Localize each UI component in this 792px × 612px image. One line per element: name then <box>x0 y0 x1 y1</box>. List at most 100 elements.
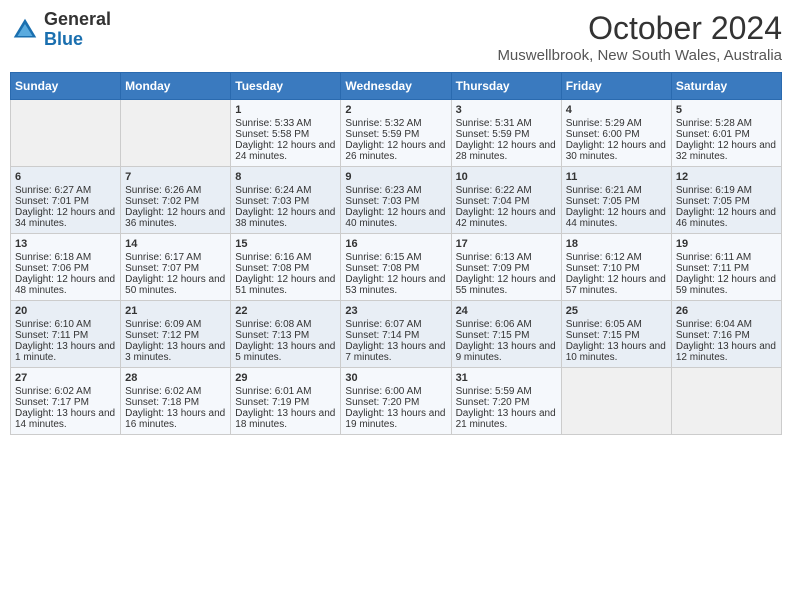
sunrise-text: Sunrise: 6:12 AM <box>566 252 667 263</box>
day-number: 11 <box>566 171 667 183</box>
day-number: 9 <box>345 171 446 183</box>
weekday-header-row: SundayMondayTuesdayWednesdayThursdayFrid… <box>11 73 782 100</box>
day-number: 25 <box>566 305 667 317</box>
sunrise-text: Sunrise: 6:04 AM <box>676 319 777 330</box>
sunrise-text: Sunrise: 6:17 AM <box>125 252 226 263</box>
sunrise-text: Sunrise: 6:05 AM <box>566 319 667 330</box>
weekday-header-friday: Friday <box>561 73 671 100</box>
day-number: 19 <box>676 238 777 250</box>
sunset-text: Sunset: 7:15 PM <box>566 330 667 341</box>
title-block: October 2024 Muswellbrook, New South Wal… <box>497 10 782 64</box>
day-number: 22 <box>235 305 336 317</box>
sunset-text: Sunset: 7:17 PM <box>15 397 116 408</box>
sunset-text: Sunset: 5:59 PM <box>345 129 446 140</box>
calendar-cell: 24Sunrise: 6:06 AMSunset: 7:15 PMDayligh… <box>451 301 561 368</box>
calendar-cell: 3Sunrise: 5:31 AMSunset: 5:59 PMDaylight… <box>451 100 561 167</box>
calendar-subtitle: Muswellbrook, New South Wales, Australia <box>497 47 782 64</box>
daylight-text: Daylight: 12 hours and 38 minutes. <box>235 207 336 229</box>
daylight-text: Daylight: 12 hours and 34 minutes. <box>15 207 116 229</box>
sunrise-text: Sunrise: 6:26 AM <box>125 185 226 196</box>
sunset-text: Sunset: 6:00 PM <box>566 129 667 140</box>
sunset-text: Sunset: 7:01 PM <box>15 196 116 207</box>
daylight-text: Daylight: 13 hours and 14 minutes. <box>15 408 116 430</box>
day-number: 1 <box>235 104 336 116</box>
sunrise-text: Sunrise: 5:32 AM <box>345 118 446 129</box>
daylight-text: Daylight: 13 hours and 12 minutes. <box>676 341 777 363</box>
calendar-cell <box>121 100 231 167</box>
weekday-header-tuesday: Tuesday <box>231 73 341 100</box>
calendar-cell: 16Sunrise: 6:15 AMSunset: 7:08 PMDayligh… <box>341 234 451 301</box>
calendar-cell: 17Sunrise: 6:13 AMSunset: 7:09 PMDayligh… <box>451 234 561 301</box>
page-header: General Blue October 2024 Muswellbrook, … <box>10 10 782 64</box>
daylight-text: Daylight: 12 hours and 48 minutes. <box>15 274 116 296</box>
calendar-cell <box>561 368 671 435</box>
sunset-text: Sunset: 7:02 PM <box>125 196 226 207</box>
day-number: 12 <box>676 171 777 183</box>
logo: General Blue <box>10 10 111 50</box>
day-number: 7 <box>125 171 226 183</box>
calendar-cell: 11Sunrise: 6:21 AMSunset: 7:05 PMDayligh… <box>561 167 671 234</box>
sunrise-text: Sunrise: 6:18 AM <box>15 252 116 263</box>
day-number: 18 <box>566 238 667 250</box>
day-number: 16 <box>345 238 446 250</box>
sunrise-text: Sunrise: 6:19 AM <box>676 185 777 196</box>
calendar-cell: 25Sunrise: 6:05 AMSunset: 7:15 PMDayligh… <box>561 301 671 368</box>
daylight-text: Daylight: 13 hours and 7 minutes. <box>345 341 446 363</box>
daylight-text: Daylight: 13 hours and 19 minutes. <box>345 408 446 430</box>
calendar-week-3: 13Sunrise: 6:18 AMSunset: 7:06 PMDayligh… <box>11 234 782 301</box>
calendar-week-5: 27Sunrise: 6:02 AMSunset: 7:17 PMDayligh… <box>11 368 782 435</box>
sunset-text: Sunset: 5:58 PM <box>235 129 336 140</box>
day-number: 31 <box>456 372 557 384</box>
daylight-text: Daylight: 12 hours and 36 minutes. <box>125 207 226 229</box>
daylight-text: Daylight: 12 hours and 40 minutes. <box>345 207 446 229</box>
sunrise-text: Sunrise: 6:10 AM <box>15 319 116 330</box>
daylight-text: Daylight: 12 hours and 55 minutes. <box>456 274 557 296</box>
calendar-cell: 28Sunrise: 6:02 AMSunset: 7:18 PMDayligh… <box>121 368 231 435</box>
sunrise-text: Sunrise: 5:31 AM <box>456 118 557 129</box>
calendar-cell: 9Sunrise: 6:23 AMSunset: 7:03 PMDaylight… <box>341 167 451 234</box>
sunset-text: Sunset: 7:11 PM <box>676 263 777 274</box>
day-number: 27 <box>15 372 116 384</box>
calendar-cell: 8Sunrise: 6:24 AMSunset: 7:03 PMDaylight… <box>231 167 341 234</box>
calendar-header: SundayMondayTuesdayWednesdayThursdayFrid… <box>11 73 782 100</box>
day-number: 30 <box>345 372 446 384</box>
calendar-week-1: 1Sunrise: 5:33 AMSunset: 5:58 PMDaylight… <box>11 100 782 167</box>
sunset-text: Sunset: 7:19 PM <box>235 397 336 408</box>
sunrise-text: Sunrise: 6:06 AM <box>456 319 557 330</box>
day-number: 29 <box>235 372 336 384</box>
day-number: 14 <box>125 238 226 250</box>
sunrise-text: Sunrise: 6:16 AM <box>235 252 336 263</box>
calendar-cell: 4Sunrise: 5:29 AMSunset: 6:00 PMDaylight… <box>561 100 671 167</box>
sunrise-text: Sunrise: 6:00 AM <box>345 386 446 397</box>
calendar-week-4: 20Sunrise: 6:10 AMSunset: 7:11 PMDayligh… <box>11 301 782 368</box>
sunrise-text: Sunrise: 6:11 AM <box>676 252 777 263</box>
weekday-header-wednesday: Wednesday <box>341 73 451 100</box>
daylight-text: Daylight: 13 hours and 5 minutes. <box>235 341 336 363</box>
daylight-text: Daylight: 12 hours and 50 minutes. <box>125 274 226 296</box>
calendar-cell: 5Sunrise: 5:28 AMSunset: 6:01 PMDaylight… <box>671 100 781 167</box>
sunrise-text: Sunrise: 6:21 AM <box>566 185 667 196</box>
weekday-header-sunday: Sunday <box>11 73 121 100</box>
sunset-text: Sunset: 7:14 PM <box>345 330 446 341</box>
calendar-cell: 7 Sunrise: 6:26 AMSunset: 7:02 PMDaylight… <box>121 167 231 234</box>
daylight-text: Daylight: 13 hours and 18 minutes. <box>235 408 336 430</box>
calendar-cell: 1Sunrise: 5:33 AMSunset: 5:58 PMDaylight… <box>231 100 341 167</box>
weekday-header-thursday: Thursday <box>451 73 561 100</box>
daylight-text: Daylight: 13 hours and 1 minute. <box>15 341 116 363</box>
day-number: 17 <box>456 238 557 250</box>
day-number: 28 <box>125 372 226 384</box>
calendar-cell: 13Sunrise: 6:18 AMSunset: 7:06 PMDayligh… <box>11 234 121 301</box>
sunset-text: Sunset: 5:59 PM <box>456 129 557 140</box>
calendar-cell: 10Sunrise: 6:22 AMSunset: 7:04 PMDayligh… <box>451 167 561 234</box>
logo-icon <box>10 15 40 45</box>
calendar-cell: 30Sunrise: 6:00 AMSunset: 7:20 PMDayligh… <box>341 368 451 435</box>
daylight-text: Daylight: 13 hours and 21 minutes. <box>456 408 557 430</box>
day-number: 3 <box>456 104 557 116</box>
weekday-header-monday: Monday <box>121 73 231 100</box>
day-number: 10 <box>456 171 557 183</box>
calendar-cell <box>11 100 121 167</box>
sunrise-text: Sunrise: 6:09 AM <box>125 319 226 330</box>
calendar-cell: 19Sunrise: 6:11 AMSunset: 7:11 PMDayligh… <box>671 234 781 301</box>
calendar-cell: 22Sunrise: 6:08 AMSunset: 7:13 PMDayligh… <box>231 301 341 368</box>
calendar-week-2: 6Sunrise: 6:27 AMSunset: 7:01 PMDaylight… <box>11 167 782 234</box>
